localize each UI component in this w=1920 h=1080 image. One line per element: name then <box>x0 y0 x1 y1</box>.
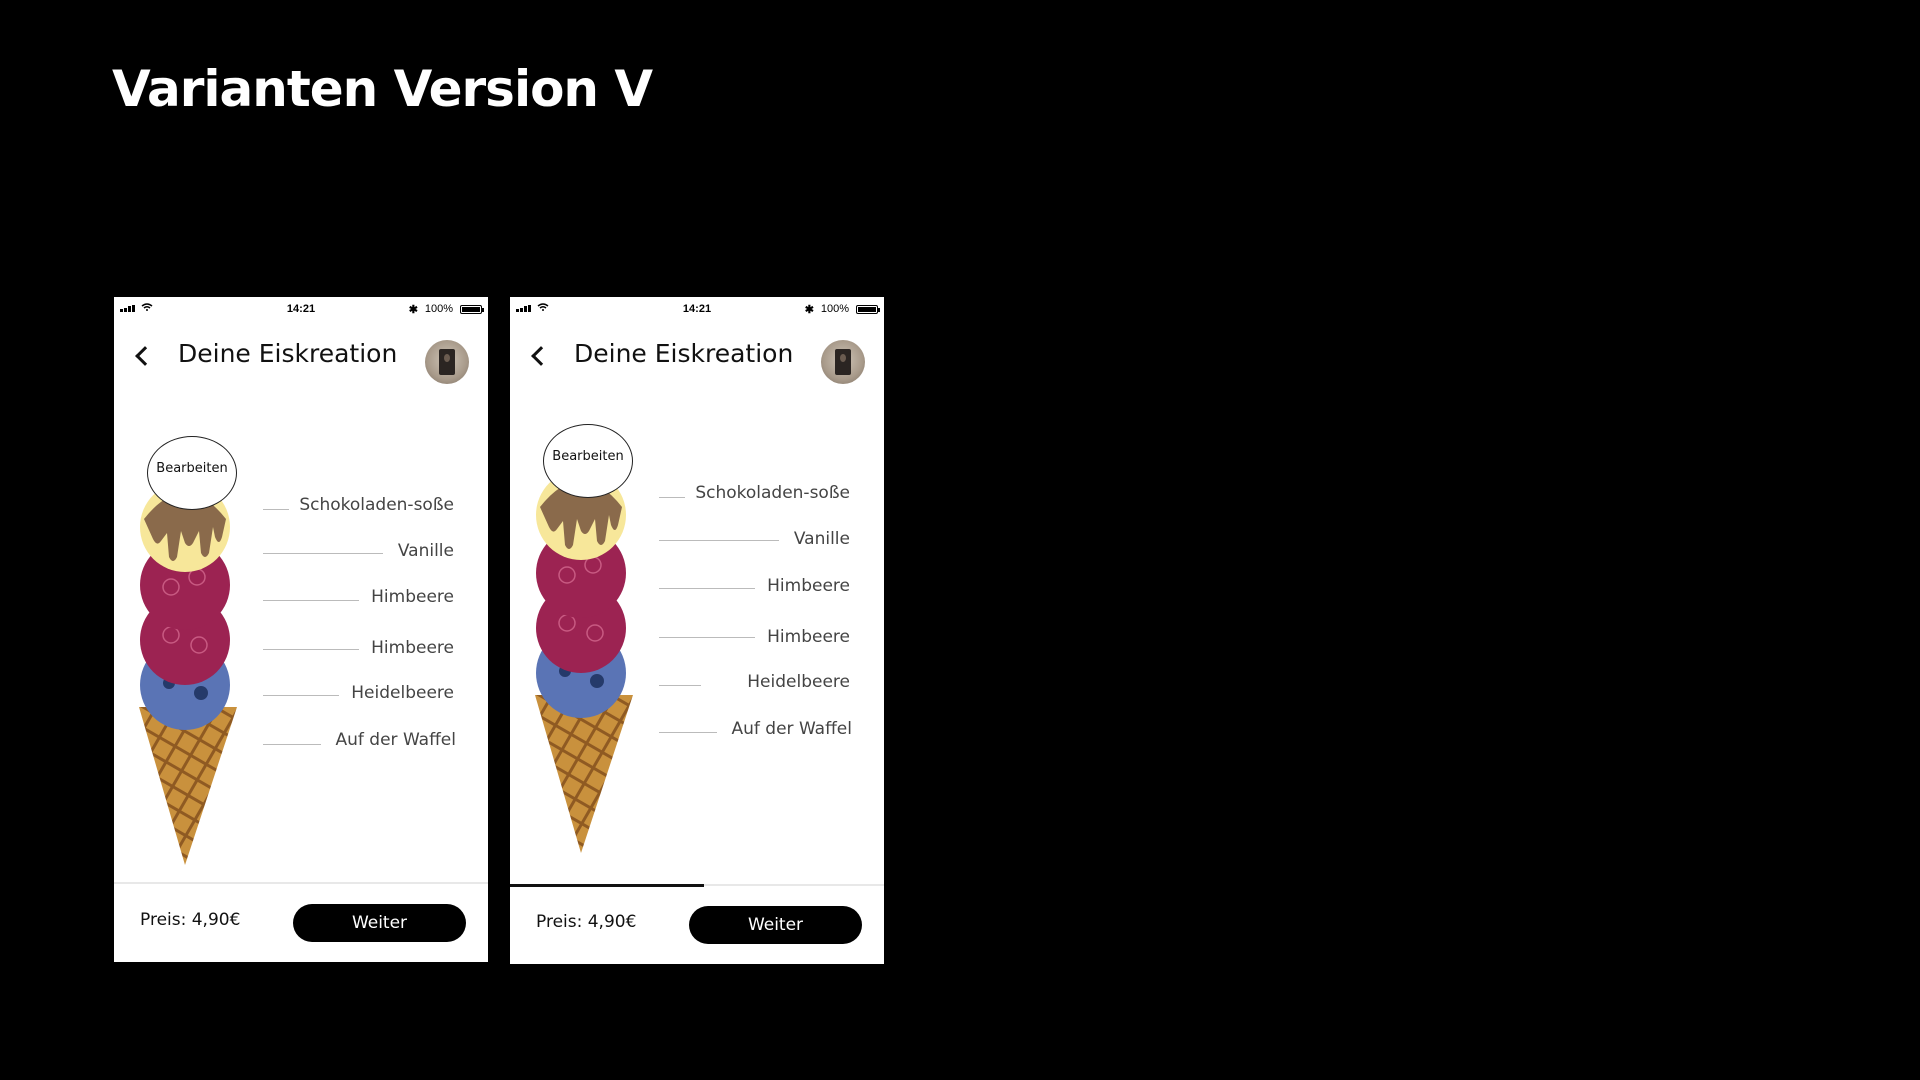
battery-percent: 100% <box>820 303 849 315</box>
battery-icon <box>856 305 880 314</box>
progress-bar <box>510 884 705 887</box>
page-title: Deine Eiskreation <box>178 339 398 368</box>
topping-label: Heidelbeere <box>747 672 850 692</box>
waffle-cone <box>139 707 237 865</box>
back-arrow-icon[interactable] <box>531 346 551 366</box>
topping-label: Auf der Waffel <box>731 719 852 739</box>
price-label: Preis: 4,90€ <box>536 912 637 932</box>
page-title: Deine Eiskreation <box>574 339 794 368</box>
topping-line <box>659 685 701 686</box>
topping-line <box>659 732 717 733</box>
status-bar: 14:21 ✱ 100% <box>114 297 488 319</box>
phone-variant-1: 14:21 ✱ 100% Deine Eiskreation Bearbeite… <box>114 297 488 962</box>
bottom-bar: Preis: 4,90€ Weiter <box>510 884 884 964</box>
topping-label: Himbeere <box>767 576 850 596</box>
bluetooth-icon: ✱ <box>408 304 418 316</box>
topping-label: Himbeere <box>371 638 454 658</box>
topping-line <box>659 497 685 498</box>
slide-title: Varianten Version V <box>112 60 653 118</box>
topping-label: Himbeere <box>371 587 454 607</box>
topping-line <box>263 695 339 696</box>
continue-button[interactable]: Weiter <box>689 906 862 944</box>
topping-label: Heidelbeere <box>351 683 454 703</box>
topping-label: Schokoladen-soße <box>299 495 454 515</box>
topping-label: Himbeere <box>767 627 850 647</box>
topping-line <box>659 588 755 589</box>
battery-icon <box>460 305 484 314</box>
avatar[interactable] <box>821 340 865 384</box>
topping-label: Vanille <box>793 529 850 549</box>
price-label: Preis: 4,90€ <box>140 910 241 930</box>
edit-button[interactable]: Bearbeiten <box>147 436 237 510</box>
topping-line <box>263 600 359 601</box>
bottom-bar: Preis: 4,90€ Weiter <box>114 882 488 962</box>
edit-button[interactable]: Bearbeiten <box>543 424 633 498</box>
topping-label: Auf der Waffel <box>335 730 456 750</box>
topping-line <box>263 509 289 510</box>
back-arrow-icon[interactable] <box>135 346 155 366</box>
topping-line <box>263 649 359 650</box>
avatar[interactable] <box>425 340 469 384</box>
topping-label: Vanille <box>397 541 454 561</box>
topping-line <box>659 540 779 541</box>
topping-line <box>263 553 383 554</box>
battery-percent: 100% <box>424 303 453 315</box>
continue-button[interactable]: Weiter <box>293 904 466 942</box>
topping-label: Schokoladen-soße <box>695 483 850 503</box>
topping-line <box>263 744 321 745</box>
phone-variant-2: 14:21 ✱ 100% Deine Eiskreation Bearbeite… <box>510 297 884 964</box>
waffle-cone <box>535 695 633 853</box>
bluetooth-icon: ✱ <box>804 304 814 316</box>
status-bar: 14:21 ✱ 100% <box>510 297 884 319</box>
topping-line <box>659 637 755 638</box>
